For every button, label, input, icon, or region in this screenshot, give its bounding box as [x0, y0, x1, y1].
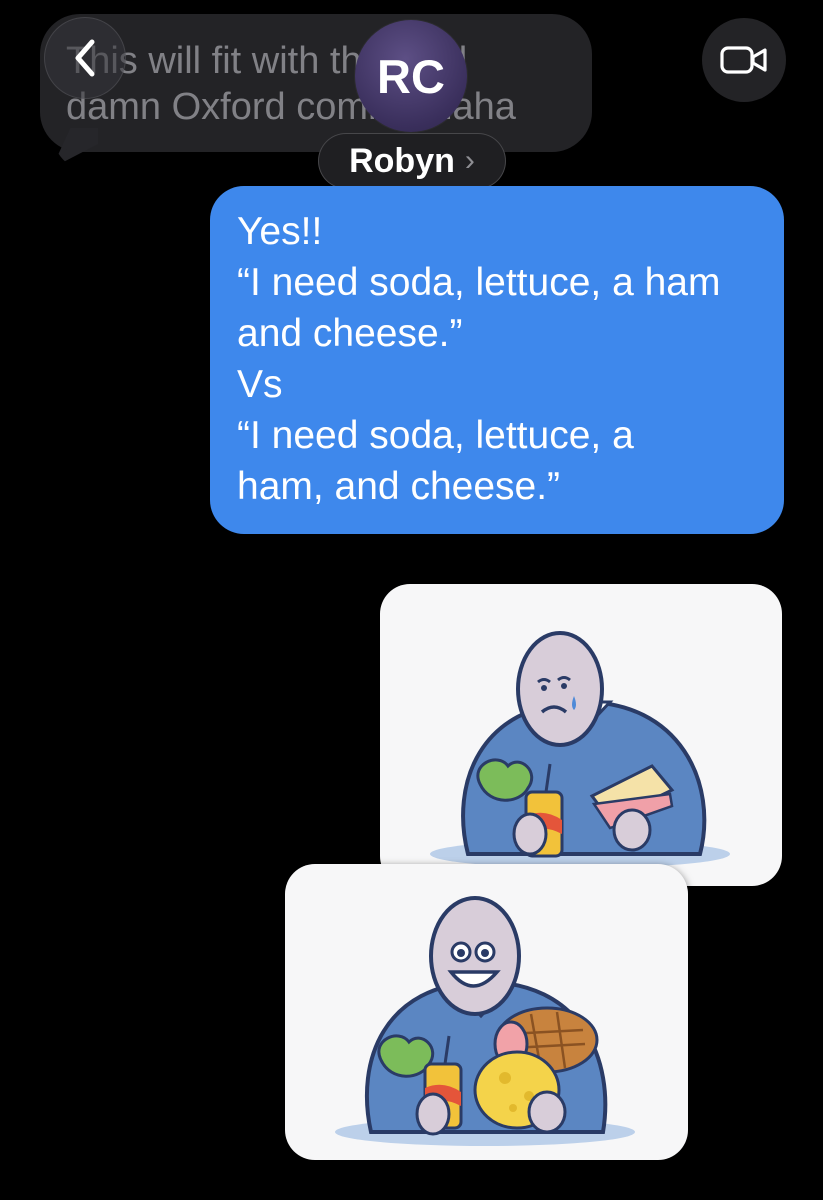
happy-man-with-ham-and-cheese-image[interactable]	[285, 864, 688, 1160]
avatar-initials: RC	[377, 49, 445, 103]
chevron-right-icon: ›	[464, 144, 475, 177]
sent-message-line: “I need soda, lettuce, a ham	[237, 261, 721, 304]
contact-name-button[interactable]: Robyn ›	[318, 133, 506, 189]
sent-message-line: and cheese.”	[237, 312, 463, 355]
received-message-bubble[interactable]: This will fit with that god damn Oxford …	[40, 14, 592, 152]
sent-message-line: Vs	[237, 363, 283, 406]
video-camera-icon	[720, 46, 767, 74]
contact-name: Robyn	[349, 141, 455, 180]
sent-message-line: “I need soda, lettuce, a	[237, 414, 634, 457]
contact-avatar[interactable]: RC	[355, 20, 467, 132]
facetime-video-button[interactable]	[702, 18, 786, 102]
received-message-line-2: damn Oxford comma haha	[66, 86, 516, 128]
sent-message-line: ham, and cheese.”	[237, 465, 561, 508]
sad-man-with-sandwich-image[interactable]	[380, 584, 782, 886]
chevron-left-icon	[75, 39, 95, 77]
sent-message-bubble[interactable]: Yes!! “I need soda, lettuce, a ham and c…	[210, 186, 784, 534]
sent-message-line: Yes!!	[237, 210, 323, 253]
back-button[interactable]	[44, 17, 126, 99]
received-message-line-1: This will fit with that god	[66, 40, 468, 82]
messages-screen: This will fit with that god damn Oxford …	[0, 0, 823, 1200]
